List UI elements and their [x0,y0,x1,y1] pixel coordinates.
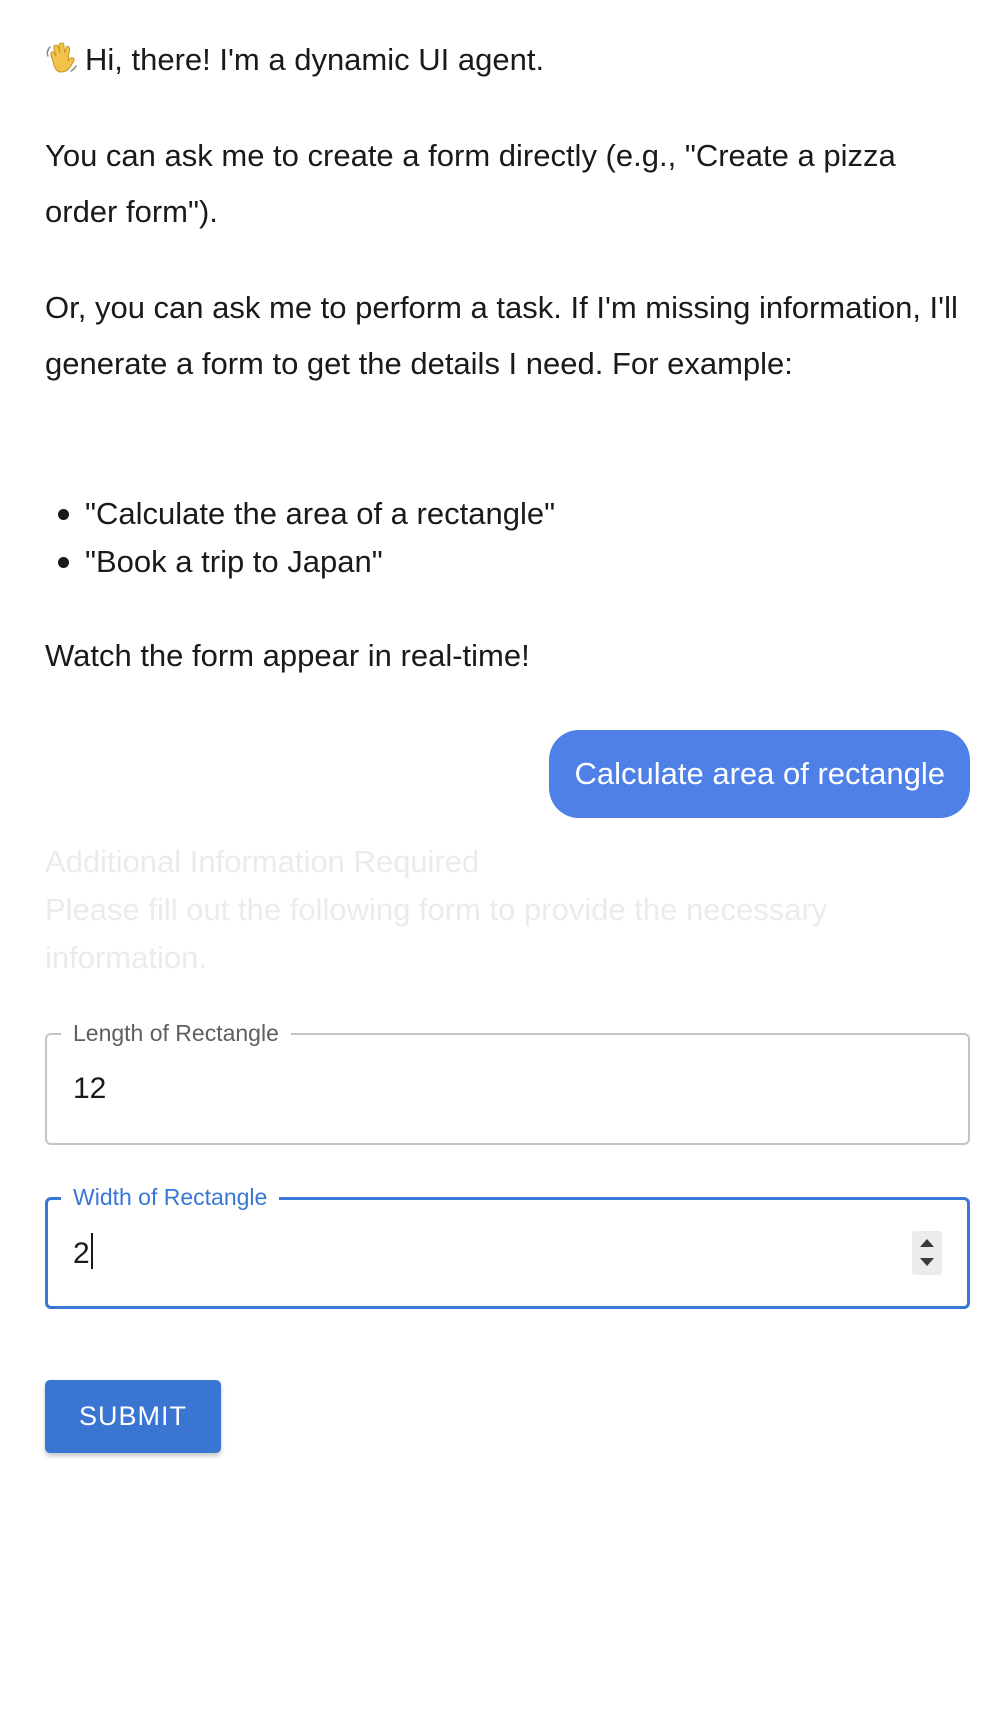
list-item: "Calculate the area of a rectangle" [45,490,555,538]
form-description: Please fill out the following form to pr… [45,892,828,975]
stepper-down-icon[interactable] [920,1258,934,1266]
number-stepper[interactable] [912,1231,942,1275]
length-field-label: Length of Rectangle [61,1019,291,1047]
width-input-value: 2 [73,1237,90,1270]
intro-paragraph-create: You can ask me to create a form directly… [45,138,896,229]
greeting-text: Hi, there! I'm a dynamic UI agent. [85,42,545,77]
form-title: Additional Information Required [45,844,480,879]
bullet-icon [58,557,69,568]
examples-list: "Calculate the area of a rectangle" "Boo… [45,490,555,586]
list-item: "Book a trip to Japan" [45,538,555,586]
width-field[interactable]: Width of Rectangle 2 [45,1183,970,1309]
text-caret [90,1233,93,1269]
example-text: "Calculate the area of a rectangle" [85,496,556,531]
stepper-up-icon[interactable] [920,1239,934,1247]
width-field-label: Width of Rectangle [61,1183,280,1211]
submit-button[interactable]: SUBMIT [45,1380,221,1453]
intro-paragraph-task: Or, you can ask me to perform a task. If… [45,290,958,381]
bullet-icon [58,509,69,520]
greeting-line: Hi, there! I'm a dynamic UI agent. [45,32,544,88]
length-field[interactable]: Length of Rectangle [45,1019,970,1145]
waving-hand-icon [46,42,77,73]
form-header: Additional Information Required Please f… [45,838,970,982]
length-input[interactable] [73,1069,893,1109]
example-text: "Book a trip to Japan" [85,544,383,579]
user-message-bubble: Calculate area of rectangle [549,730,970,818]
realtime-paragraph: Watch the form appear in real-time! [45,638,530,673]
width-input[interactable]: 2 [73,1233,93,1274]
